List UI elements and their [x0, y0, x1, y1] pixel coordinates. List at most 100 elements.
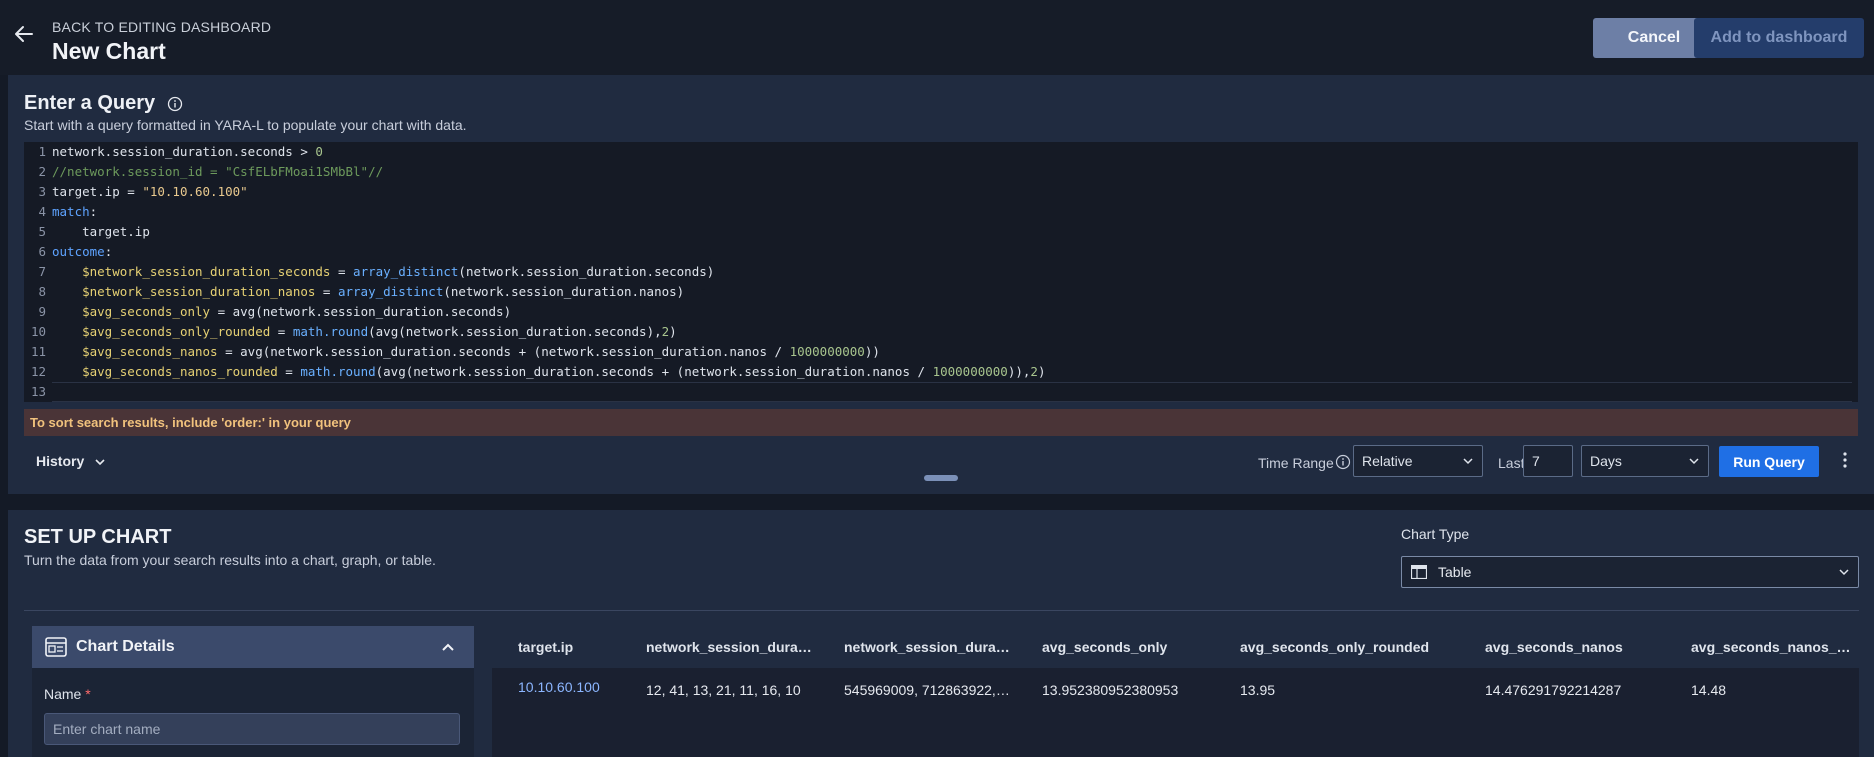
results-table: target.ip network_session_durati... netw… [492, 626, 1859, 757]
divider [24, 610, 1859, 611]
table-cell: 545969009, 712863922, ... [844, 682, 1010, 698]
chart-type-select[interactable]: Table [1401, 556, 1859, 588]
info-icon[interactable] [167, 96, 183, 112]
chart-setup-panel: SET UP CHART Turn the data from your sea… [8, 510, 1874, 757]
code-line[interactable]: 6 outcome: [24, 242, 112, 262]
back-link[interactable]: BACK TO EDITING DASHBOARD [52, 19, 271, 35]
chart-type-label: Chart Type [1401, 526, 1470, 542]
line-number: 8 [38, 284, 46, 299]
code-text: outcome: [52, 244, 113, 259]
time-range-select[interactable]: Relative [1353, 445, 1483, 477]
chart-details-icon [45, 637, 67, 657]
name-label-text: Name [44, 686, 82, 702]
table-cell: 12, 41, 13, 21, 11, 16, 10 [646, 682, 801, 698]
code-text: match: [52, 204, 98, 219]
line-number: 5 [38, 224, 46, 239]
chevron-down-icon [1689, 458, 1699, 465]
line-number: 4 [38, 204, 46, 219]
code-line[interactable]: 11 $avg_seconds_nanos = avg(network.sess… [24, 342, 880, 362]
sort-warning: To sort search results, include 'order:'… [24, 409, 1858, 436]
chevron-down-icon [1839, 569, 1849, 576]
chart-details-title: Chart Details [76, 638, 175, 655]
time-range-info-icon[interactable] [1335, 454, 1351, 470]
chart-details-header[interactable]: Chart Details [32, 626, 474, 668]
code-line[interactable]: 2 //network.session_id = "CsfELbFMoai1SMb… [24, 162, 383, 182]
code-text: target.ip = "10.10.60.100" [52, 184, 248, 199]
code-line[interactable]: 8 $network_session_duration_nanos = arra… [24, 282, 684, 302]
code-line[interactable]: 7 $network_session_duration_seconds = ar… [24, 262, 714, 282]
required-marker: * [85, 686, 91, 702]
line-number: 1 [38, 144, 46, 159]
table-cell: 14.48 [1691, 682, 1727, 698]
page-title: New Chart [52, 38, 166, 64]
code-line[interactable]: 5 target.ip [24, 222, 150, 242]
code-line[interactable]: 1 network.session_duration.seconds > 0 [24, 142, 323, 162]
line-number: 10 [30, 324, 46, 339]
code-text: network.session_duration.seconds > 0 [52, 144, 323, 159]
setup-chart-title: SET UP CHART [24, 526, 172, 548]
table-cell: 13.95 [1240, 682, 1276, 698]
top-bar: BACK TO EDITING DASHBOARD New Chart Canc… [0, 0, 1874, 75]
code-line[interactable]: 9 $avg_seconds_only = avg(network.sessio… [24, 302, 511, 322]
more-options-icon[interactable] [1842, 451, 1848, 469]
back-arrow-icon[interactable] [12, 22, 36, 46]
table-icon [1411, 565, 1427, 579]
code-line[interactable]: 12 $avg_seconds_nanos_rounded = math.rou… [24, 362, 1046, 382]
history-dropdown[interactable]: History [36, 453, 106, 469]
chevron-down-icon [1463, 458, 1473, 465]
query-title: Enter a Query [24, 92, 183, 115]
time-range-label: Time Range [1258, 455, 1334, 471]
column-header[interactable]: network_session_durati... [844, 639, 1014, 655]
column-header[interactable]: target.ip [518, 639, 618, 655]
results-header-row: target.ip network_session_durati... netw… [492, 626, 1859, 668]
chevron-down-icon [95, 459, 105, 466]
code-line[interactable]: 10 $avg_seconds_only_rounded = math.roun… [24, 322, 677, 342]
chart-name-input[interactable] [44, 713, 460, 745]
column-header[interactable]: avg_seconds_nanos [1485, 639, 1675, 655]
column-header[interactable]: avg_seconds_only_rounded [1240, 639, 1460, 655]
chart-details-card: Chart Details Name * [32, 626, 474, 757]
name-label: Name * [44, 686, 91, 702]
table-cell: 13.952380952380953 [1042, 682, 1179, 698]
time-range-value: Relative [1362, 453, 1413, 469]
table-cell-link[interactable]: 10.10.60.100 [518, 679, 628, 695]
line-number: 6 [38, 244, 46, 259]
resize-handle[interactable] [924, 475, 958, 481]
time-unit-select[interactable]: Days [1581, 445, 1709, 477]
code-text: $network_session_duration_nanos = array_… [82, 284, 685, 299]
history-label: History [36, 453, 85, 469]
time-unit-value: Days [1590, 453, 1622, 469]
code-text: $avg_seconds_nanos_rounded = math.round(… [82, 364, 1046, 379]
code-text: $avg_seconds_only = avg(network.session_… [82, 304, 512, 319]
chart-type-value: Table [1438, 564, 1472, 580]
table-cell: 14.476291792214287 [1485, 682, 1622, 698]
code-line[interactable]: 4 match: [24, 202, 97, 222]
chevron-up-icon[interactable] [440, 639, 456, 655]
code-line[interactable]: 3 target.ip = "10.10.60.100" [24, 182, 248, 202]
line-number: 2 [38, 164, 46, 179]
column-header[interactable]: avg_seconds_only [1042, 639, 1212, 655]
line-number: 3 [38, 184, 46, 199]
code-text: target.ip [82, 224, 150, 239]
active-line-highlight [52, 382, 1852, 402]
setup-chart-subtitle: Turn the data from your search results i… [24, 552, 436, 568]
last-count-input[interactable]: 7 [1523, 445, 1573, 477]
last-label: Last [1498, 455, 1525, 471]
query-subtitle: Start with a query formatted in YARA-L t… [24, 117, 467, 133]
column-header[interactable]: avg_seconds_nanos_rou... [1691, 639, 1855, 655]
query-editor[interactable]: 1 network.session_duration.seconds > 0 2 //… [24, 142, 1858, 402]
code-text: $avg_seconds_only_rounded = math.round(a… [82, 324, 677, 339]
line-number: 12 [30, 364, 46, 379]
query-title-text: Enter a Query [24, 92, 156, 114]
code-text: $network_session_duration_seconds = arra… [82, 264, 715, 279]
line-number: 7 [38, 264, 46, 279]
add-to-dashboard-button[interactable]: Add to dashboard [1694, 18, 1864, 58]
code-line[interactable]: 13 [24, 382, 52, 402]
line-number: 11 [30, 344, 46, 359]
column-header[interactable]: network_session_durati... [646, 639, 816, 655]
line-number: 13 [30, 384, 46, 399]
code-text: //network.session_id = "CsfELbFMoai1SMbB… [52, 164, 384, 179]
run-query-button[interactable]: Run Query [1719, 446, 1819, 477]
code-text: $avg_seconds_nanos = avg(network.session… [82, 344, 880, 359]
query-panel: Enter a Query Start with a query formatt… [8, 75, 1874, 494]
